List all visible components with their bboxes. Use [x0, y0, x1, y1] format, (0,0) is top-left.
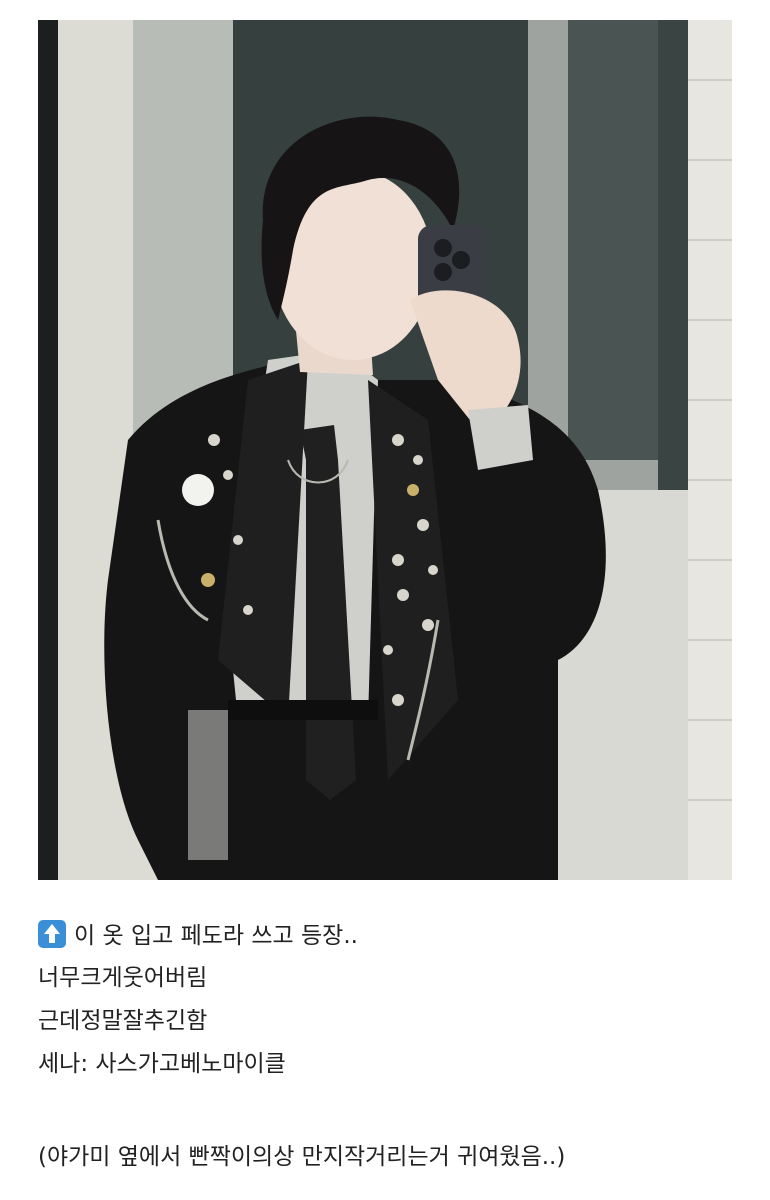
post-line-3: 근데정말잘추긴함: [38, 1008, 208, 1034]
post-line-1: 이 옷 입고 페도라 쓰고 등장..: [38, 920, 738, 950]
window-glass-right: [568, 20, 658, 460]
sequin-pocket: [188, 710, 228, 860]
post-line-6: (야가미 옆에서 빤짝이의상 만지작거리는거 귀여웠음..): [38, 1144, 566, 1170]
left-frame: [133, 20, 233, 440]
shirt-cuff: [468, 405, 533, 470]
photo[interactable]: [38, 20, 732, 880]
post-text: 이 옷 입고 페도라 쓰고 등장.. 너무크게웃어버림 근데정말잘추긴함 세나:…: [38, 920, 738, 1185]
post-line-2: 너무크게웃어버림: [38, 965, 208, 991]
post-line-blank: [38, 1092, 738, 1122]
mirror-selfie-image: [38, 20, 732, 880]
up-arrow-emoji-icon: [38, 920, 66, 948]
belt: [228, 700, 378, 720]
post-line-1-text: 이 옷 입고 페도라 쓰고 등장..: [74, 923, 358, 949]
post-line-4: 세나: 사스가고베노마이클: [38, 1051, 286, 1077]
tile-wall: [688, 20, 732, 880]
